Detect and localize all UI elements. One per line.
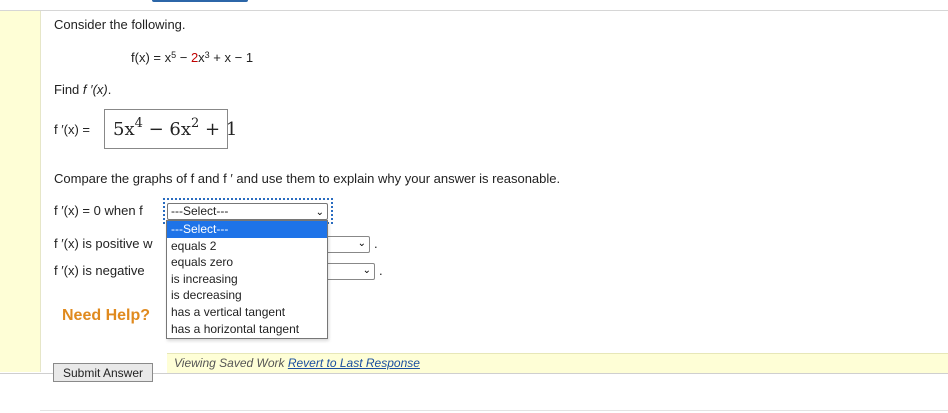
zero-condition-select[interactable]: ---Select--- ⌄: [167, 203, 328, 220]
dropdown-option-equals-zero[interactable]: equals zero: [167, 254, 327, 271]
function-definition: f(x) = x5 − 2x3 + x − 1: [131, 50, 254, 65]
row-negative-period: .: [379, 263, 383, 278]
row-negative-label: f ′(x) is negative: [54, 263, 145, 278]
dropdown-option-is-increasing[interactable]: is increasing: [167, 271, 327, 288]
active-tab-indicator: [152, 0, 248, 2]
negative-condition-select[interactable]: ⌄: [322, 263, 375, 280]
condition-dropdown-list[interactable]: ---Select--- equals 2 equals zero is inc…: [166, 220, 328, 339]
answer-label: f ′(x) =: [54, 122, 91, 137]
dropdown-option-is-decreasing[interactable]: is decreasing: [167, 287, 327, 304]
dropdown-option-vertical-tangent[interactable]: has a vertical tangent: [167, 304, 327, 321]
row-positive-period: .: [374, 236, 378, 251]
find-instruction: Find f ′(x).: [54, 82, 112, 97]
submit-answer-button[interactable]: Submit Answer: [53, 363, 153, 382]
saved-work-banner: Viewing Saved Work Revert to Last Respon…: [167, 353, 948, 373]
chevron-down-icon: ⌄: [315, 207, 324, 218]
top-border: [0, 10, 948, 11]
chevron-down-icon: ⌄: [362, 265, 371, 276]
dropdown-option-horizontal-tangent[interactable]: has a horizontal tangent: [167, 321, 327, 338]
revert-link[interactable]: Revert to Last Response: [288, 356, 420, 370]
derivative-answer-field[interactable]: 5x4 − 6x2 + 1: [104, 109, 237, 149]
chevron-down-icon: ⌄: [357, 238, 366, 249]
row-positive-label: f ′(x) is positive w: [54, 236, 153, 251]
row-zero-label: f ′(x) = 0 when f: [54, 203, 143, 218]
prompt-text: Consider the following.: [54, 17, 186, 32]
compare-instruction: Compare the graphs of f and f ′ and use …: [54, 171, 561, 186]
need-help-heading: Need Help?: [62, 307, 151, 324]
left-margin-bar: [0, 11, 41, 372]
positive-condition-select[interactable]: ⌄: [322, 236, 370, 253]
dropdown-option-equals-2[interactable]: equals 2: [167, 238, 327, 255]
dropdown-option-select[interactable]: ---Select---: [167, 221, 327, 238]
footer-divider: [40, 410, 948, 411]
